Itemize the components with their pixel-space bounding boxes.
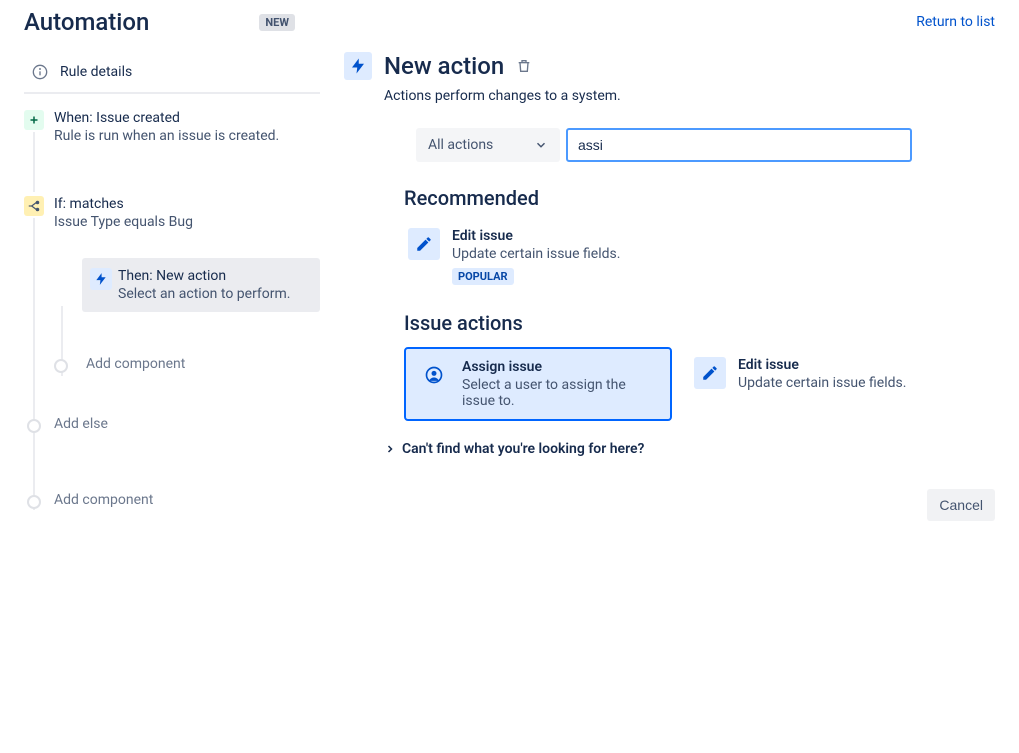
actions-filter-dropdown[interactable]: All actions [416,128,560,162]
empty-circle-icon [27,495,41,509]
lightning-icon [90,268,112,290]
trigger-title: When: Issue created [54,110,320,126]
cant-find-toggle[interactable]: Can't find what you're looking for here? [384,441,995,457]
user-circle-icon [418,359,450,391]
return-to-list-link[interactable]: Return to list [916,14,995,30]
add-component-inner-label: Add component [86,356,185,372]
branch-icon [24,196,44,216]
card-desc: Update certain issue fields. [452,246,620,262]
add-component-outer[interactable]: Add component [24,492,320,508]
action-search-input[interactable] [566,128,912,162]
condition-desc: Issue Type equals Bug [54,214,320,230]
then-desc: Select an action to perform. [118,286,308,302]
lightning-icon [344,52,372,80]
rule-sidebar: Rule details When: Issue created Rule is… [24,52,320,521]
popular-badge: POPULAR [452,268,514,285]
chevron-down-icon [534,138,548,152]
card-title: Edit issue [738,357,906,373]
recommended-heading: Recommended [404,186,995,210]
main-content: New action Actions perform changes to a … [344,52,995,521]
add-else-label: Add else [54,416,108,432]
delete-icon[interactable] [516,58,532,74]
card-desc: Select a user to assign the issue to. [462,377,658,409]
info-icon [32,64,48,80]
edit-issue-card[interactable]: Edit issue Update certain issue fields. [682,347,950,421]
card-desc: Update certain issue fields. [738,375,906,391]
card-title: Assign issue [462,359,658,375]
empty-circle-icon [27,419,41,433]
rule-details-label: Rule details [60,64,132,80]
card-title: Edit issue [452,228,620,244]
issue-actions-heading: Issue actions [404,311,995,335]
condition-title: If: matches [54,196,320,212]
pencil-icon [694,357,726,389]
rule-details-link[interactable]: Rule details [24,52,320,94]
plus-icon [24,110,44,130]
assign-issue-card[interactable]: Assign issue Select a user to assign the… [404,347,672,421]
new-badge: NEW [259,14,295,31]
page-header: Automation NEW Return to list [24,8,995,36]
cant-find-label: Can't find what you're looking for here? [402,441,644,457]
trigger-node[interactable]: When: Issue created Rule is run when an … [24,110,320,144]
dropdown-label: All actions [428,137,493,153]
content-title: New action [384,52,504,80]
page-title: Automation [24,8,149,36]
add-component-outer-label: Add component [54,492,153,508]
then-action-node[interactable]: Then: New action Select an action to per… [82,258,320,312]
cancel-button[interactable]: Cancel [927,489,995,521]
empty-circle-icon [54,359,68,373]
then-title: Then: New action [118,268,308,284]
pencil-icon [408,228,440,260]
trigger-desc: Rule is run when an issue is created. [54,128,320,144]
add-else[interactable]: Add else [24,416,320,432]
recommended-edit-issue-card[interactable]: Edit issue Update certain issue fields. … [404,222,624,291]
content-subtitle: Actions perform changes to a system. [384,88,995,104]
chevron-right-icon [384,443,396,455]
add-component-inner[interactable]: Add component [54,356,320,372]
condition-node[interactable]: If: matches Issue Type equals Bug Then: … [24,196,320,372]
